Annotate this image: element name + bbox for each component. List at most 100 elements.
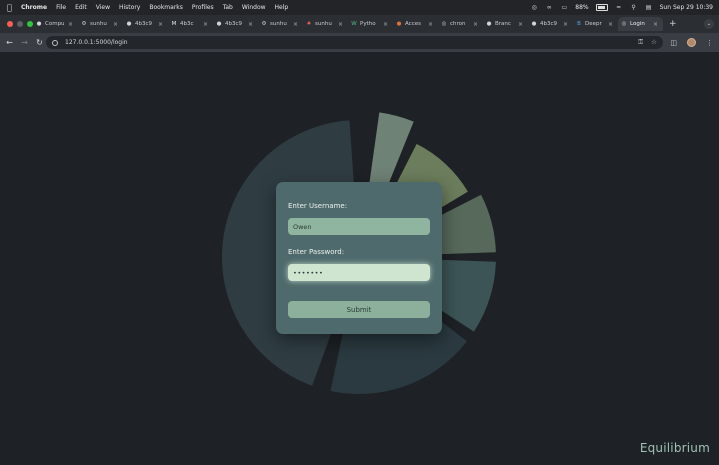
bookmark-star-icon[interactable]: ☆ xyxy=(651,38,657,47)
new-tab-button[interactable]: + xyxy=(669,19,677,29)
gmail-icon: M xyxy=(171,21,177,27)
tab-title: sunhu xyxy=(315,21,332,27)
tab-title: 4b3c9 xyxy=(225,21,243,27)
login-card: Enter Username: Owen Enter Password: •••… xyxy=(276,182,442,334)
display-icon[interactable]: ▭ xyxy=(560,4,568,11)
github-icon: ● xyxy=(531,21,537,27)
battery-percent: 88% xyxy=(575,4,589,11)
github-icon: ● xyxy=(216,21,222,27)
tab-title: Branc xyxy=(495,21,511,27)
browser-tab[interactable]: ● 4b3c9 × xyxy=(123,17,168,31)
close-tab-icon[interactable]: × xyxy=(248,21,253,28)
tab-title: Pytho xyxy=(360,21,376,27)
access-icon: ● xyxy=(396,21,402,27)
browser-tab[interactable]: ◎ Login × xyxy=(618,17,663,31)
more-menu-icon[interactable]: ⋮ xyxy=(706,39,713,47)
tab-list: ● Compu × ⚙ sunhu × ● 4b3c9 × M 4b3c × ● 4b3c9 × ⚙ sunhu… xyxy=(33,17,663,31)
browser-tab[interactable]: B Deepr × xyxy=(573,17,618,31)
globe-icon: ◎ xyxy=(621,21,627,27)
browser-tab[interactable]: ● 4b3c9 × xyxy=(528,17,573,31)
address-bar[interactable]: 127.0.0.1:5000/login ⚿ ☆ xyxy=(46,36,663,49)
macos-menu-bar:  Chrome File Edit View History Bookmark… xyxy=(0,0,719,15)
close-tab-icon[interactable]: × xyxy=(293,21,298,28)
page-content: Enter Username: Owen Enter Password: •••… xyxy=(0,52,719,465)
menu-tab[interactable]: Tab xyxy=(223,4,233,11)
tab-title: 4b3c9 xyxy=(540,21,558,27)
reload-button[interactable]: ↻ xyxy=(34,37,45,48)
github-icon: ● xyxy=(126,21,132,27)
url-text[interactable]: 127.0.0.1:5000/login xyxy=(65,39,128,46)
menu-help[interactable]: Help xyxy=(275,4,289,11)
submit-button[interactable]: Submit xyxy=(288,301,430,318)
apple-icon[interactable]:  xyxy=(7,3,16,12)
browser-tab[interactable]: M 4b3c × xyxy=(168,17,213,31)
menu-view[interactable]: View xyxy=(96,4,110,11)
tab-title: sunhu xyxy=(270,21,287,27)
status-area: ◎ ∞ ▭ 88% ≈ ⚲ ▤ Sun Sep 29 10:39 xyxy=(530,0,713,15)
app-icon: ♠ xyxy=(306,21,312,27)
browser-tab[interactable]: W Pytho × xyxy=(348,17,393,31)
gear-icon: ⚙ xyxy=(261,21,267,27)
browser-tab[interactable]: ♠ sunhu × xyxy=(303,17,348,31)
wifi-icon[interactable]: ≈ xyxy=(615,4,623,11)
b-icon: B xyxy=(577,21,581,27)
close-tab-icon[interactable]: × xyxy=(68,21,73,28)
minimize-window-button[interactable] xyxy=(17,21,23,27)
back-button[interactable]: ← xyxy=(4,37,15,48)
close-tab-icon[interactable]: × xyxy=(518,21,523,28)
close-window-button[interactable] xyxy=(7,21,13,27)
creative-cloud-icon[interactable]: ∞ xyxy=(545,4,553,11)
menu-bookmarks[interactable]: Bookmarks xyxy=(149,4,183,11)
browser-tab[interactable]: ◎ chron × xyxy=(438,17,483,31)
tab-title: Compu xyxy=(45,21,65,27)
extensions-icon[interactable]: ◫ xyxy=(670,39,677,47)
menu-app-name[interactable]: Chrome xyxy=(21,4,47,11)
tab-title: sunhu xyxy=(90,21,107,27)
close-tab-icon[interactable]: × xyxy=(113,21,118,28)
browser-tab[interactable]: ● Compu × xyxy=(33,17,78,31)
menu-window[interactable]: Window xyxy=(242,4,266,11)
brand-logo-text: Equilibrium xyxy=(639,441,710,455)
password-input[interactable]: ••••••• xyxy=(288,264,430,281)
forward-button[interactable]: → xyxy=(19,37,30,48)
menu-edit[interactable]: Edit xyxy=(75,4,87,11)
menu-profiles[interactable]: Profiles xyxy=(192,4,214,11)
battery-icon[interactable] xyxy=(595,4,608,11)
w-icon: W xyxy=(351,21,357,27)
close-tab-icon[interactable]: × xyxy=(563,21,568,28)
tab-search-button[interactable]: ⌄ xyxy=(704,19,714,29)
close-tab-icon[interactable]: × xyxy=(428,21,433,28)
tab-title: 4b3c xyxy=(180,21,194,27)
tab-title: Acces xyxy=(405,21,421,27)
browser-tab[interactable]: ⚙ sunhu × xyxy=(258,17,303,31)
close-tab-icon[interactable]: × xyxy=(473,21,478,28)
close-tab-icon[interactable]: × xyxy=(338,21,343,28)
browser-tab[interactable]: ● 4b3c9 × xyxy=(213,17,258,31)
password-key-icon[interactable]: ⚿ xyxy=(638,38,643,47)
browser-tab[interactable]: ⚙ sunhu × xyxy=(78,17,123,31)
control-center-icon[interactable]: ▤ xyxy=(645,4,653,11)
close-tab-icon[interactable]: × xyxy=(383,21,388,28)
close-tab-icon[interactable]: × xyxy=(653,21,658,28)
browser-tab[interactable]: ● Acces × xyxy=(393,17,438,31)
close-tab-icon[interactable]: × xyxy=(608,21,613,28)
menu-clock[interactable]: Sun Sep 29 10:39 xyxy=(660,4,713,11)
close-tab-icon[interactable]: × xyxy=(158,21,163,28)
gear-icon: ⚙ xyxy=(81,21,87,27)
menu-file[interactable]: File xyxy=(56,4,66,11)
tab-strip: ● Compu × ⚙ sunhu × ● 4b3c9 × M 4b3c × ● 4b3c9 × ⚙ sunhu… xyxy=(0,15,719,33)
search-icon[interactable]: ⚲ xyxy=(630,4,638,11)
window-controls xyxy=(7,21,33,27)
browser-tab[interactable]: ● Branc × xyxy=(483,17,528,31)
profile-avatar[interactable] xyxy=(687,38,696,47)
site-info-icon[interactable] xyxy=(52,39,58,46)
close-tab-icon[interactable]: × xyxy=(203,21,208,28)
chatgpt-icon[interactable]: ◎ xyxy=(530,4,538,11)
password-label: Enter Password: xyxy=(288,248,345,256)
menu-history[interactable]: History xyxy=(119,4,140,11)
username-input[interactable]: Owen xyxy=(288,218,430,235)
github-icon: ● xyxy=(36,21,42,27)
tab-title: Deepr xyxy=(585,21,602,27)
tab-title: 4b3c9 xyxy=(135,21,153,27)
tab-title: chron xyxy=(450,21,466,27)
